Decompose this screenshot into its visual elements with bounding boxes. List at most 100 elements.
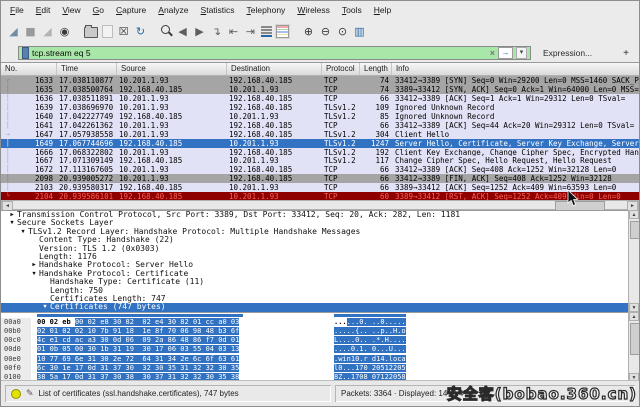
menu-telephony[interactable]: Telephony — [247, 5, 286, 15]
hex-row-00b0[interactable]: 00b002 01 02 02 10 7b 91 18 1e 8f 70 06 … — [1, 327, 627, 336]
filter-bookmark-icon[interactable] — [22, 47, 29, 59]
detail-scroll-down-arrow[interactable]: ▼ — [629, 303, 639, 312]
collapse-icon[interactable]: ▼ — [29, 270, 39, 278]
menu-help[interactable]: Help — [374, 5, 391, 15]
add-filter-button[interactable]: + — [623, 48, 633, 59]
menu-view[interactable]: View — [62, 5, 80, 15]
go-last-packet-icon[interactable]: ⇥ — [244, 24, 257, 38]
packet-row-1647[interactable]: →164717.05793855810.201.1.93192.168.40.1… — [1, 130, 639, 139]
row-marker: │ — [1, 103, 15, 112]
menu-statistics[interactable]: Statistics — [201, 5, 235, 15]
go-forward-icon[interactable]: ▶ — [193, 24, 206, 38]
packet-row-2103[interactable]: │210320.939580317192.168.40.18510.201.1.… — [1, 183, 639, 192]
detail-row-11[interactable]: ▼Certificates (747 bytes) — [1, 303, 639, 311]
packet-row-1649[interactable]: │164917.067744696192.168.40.18510.201.1.… — [1, 139, 639, 148]
packet-row-1672[interactable]: │167217.11316760510.201.1.93192.168.40.1… — [1, 165, 639, 174]
expand-icon[interactable]: ▶ — [29, 261, 39, 269]
indent-spacer — [29, 253, 39, 261]
hex-bytes-highlight: 6c 30 1e 17 0d 31 37 30 32 30 35 31 32 3… — [37, 364, 239, 372]
packet-protocol: TCP — [322, 183, 360, 192]
expression-button[interactable]: Expression... — [543, 48, 592, 58]
zoom-out-icon[interactable]: ⊖ — [319, 24, 332, 38]
resize-columns-icon[interactable]: ▥ — [353, 24, 366, 38]
packet-list-hscrollbar[interactable]: ◄ ► — [1, 200, 639, 210]
expand-icon[interactable]: ▶ — [7, 211, 17, 219]
packet-source: 192.168.40.185 — [117, 183, 227, 192]
column-header-length[interactable]: Length — [360, 63, 392, 75]
stop-capture-icon[interactable]: ■ — [24, 24, 37, 38]
column-header-source[interactable]: Source — [117, 63, 227, 75]
menu-file[interactable]: File — [10, 5, 24, 15]
collapse-icon[interactable]: ▼ — [40, 303, 50, 311]
go-to-packet-icon[interactable]: ↴ — [210, 24, 223, 38]
packet-time: 17.071309149 — [57, 156, 117, 165]
column-header-time[interactable]: Time — [57, 63, 117, 75]
packet-row-1636[interactable]: │163617.03851189110.201.1.93192.168.40.1… — [1, 94, 639, 103]
go-first-packet-icon[interactable]: ⇤ — [227, 24, 240, 38]
save-file-icon[interactable] — [102, 25, 113, 38]
collapse-icon[interactable]: ▼ — [18, 228, 28, 236]
hex-scroll-up-arrow[interactable]: ▲ — [629, 312, 639, 321]
filter-apply-icon[interactable]: → — [498, 47, 513, 59]
hex-row-00c0[interactable]: 00c04c e1 cd ac a3 30 0d 06 09 2a 86 48 … — [1, 336, 627, 345]
detail-scroll-thumb[interactable] — [630, 221, 640, 239]
column-header-destination[interactable]: Destination — [227, 63, 322, 75]
row-marker: ┌ — [1, 76, 15, 85]
find-packet-icon[interactable] — [160, 25, 172, 37]
packet-info: Ignored Unknown Record — [392, 112, 639, 121]
column-header-info[interactable]: Info — [392, 63, 639, 75]
column-header-protocol[interactable]: Protocol — [322, 63, 360, 75]
packet-info: 33412→3389 [ACK] Seq=408 Ack=1252 Win=32… — [392, 165, 639, 174]
auto-scroll-icon[interactable] — [261, 26, 272, 37]
colorize-icon[interactable] — [276, 25, 289, 38]
packet-length: 304 — [360, 130, 392, 139]
filter-dropdown-icon[interactable]: ▾ — [516, 47, 527, 59]
hex-partial-row — [334, 314, 406, 317]
packet-row-2098[interactable]: │209820.93900527210.201.1.93192.168.40.1… — [1, 174, 639, 183]
packet-destination: 192.168.40.185 — [227, 103, 322, 112]
row-marker: │ — [1, 174, 15, 183]
packet-protocol: TCP — [322, 76, 360, 85]
detail-vscrollbar[interactable]: ▲ ▼ — [628, 210, 639, 312]
hex-vscrollbar[interactable]: ▲ ▼ — [628, 312, 639, 382]
zoom-in-icon[interactable]: ⊕ — [302, 24, 315, 38]
menu-capture[interactable]: Capture — [116, 5, 146, 15]
packet-row-1667[interactable]: │166717.071309149192.168.40.18510.201.1.… — [1, 156, 639, 165]
close-file-icon[interactable]: ☒ — [117, 24, 130, 38]
menu-go[interactable]: Go — [93, 5, 104, 15]
packet-row-1666[interactable]: │166617.06832280210.201.1.93192.168.40.1… — [1, 148, 639, 157]
expert-info-icon[interactable] — [11, 389, 21, 399]
open-file-icon[interactable] — [84, 27, 98, 38]
packet-row-1640[interactable]: │164017.042227749192.168.40.18510.201.1.… — [1, 112, 639, 121]
start-capture-icon[interactable]: ◢ — [7, 24, 20, 38]
hex-row-00d0[interactable]: 00d001 0b 05 00 30 1b 31 19 30 17 06 03 … — [1, 345, 627, 354]
display-filter-field[interactable]: tcp.stream eq 5 × → ▾ — [18, 46, 531, 60]
packet-length: 66 — [360, 174, 392, 183]
menu-wireless[interactable]: Wireless — [297, 5, 330, 15]
filter-input[interactable]: tcp.stream eq 5 — [32, 48, 487, 58]
go-back-icon[interactable]: ◀ — [176, 24, 189, 38]
restart-capture-icon[interactable]: ◢ — [41, 24, 54, 38]
hex-scroll-thumb[interactable] — [630, 323, 640, 355]
hex-row-00a0[interactable]: 00a000 02 eb 00 02 e8 30 82 02 e4 30 82 … — [1, 318, 627, 327]
zoom-reset-icon[interactable]: ⊙ — [336, 24, 349, 38]
menu-edit[interactable]: Edit — [36, 5, 51, 15]
packet-destination: 10.201.1.93 — [227, 156, 322, 165]
column-header-no[interactable]: No. — [1, 63, 57, 75]
packet-row-1639[interactable]: │163917.03869697010.201.1.93192.168.40.1… — [1, 103, 639, 112]
hex-row-00e0[interactable]: 00e010 77 69 6e 31 30 2e 72 64 31 34 2e … — [1, 355, 627, 364]
packet-info: 33412→3389 [FIN, ACK] Seq=408 Ack=1252 W… — [392, 174, 639, 183]
packet-row-1635[interactable]: │163517.038500764192.168.40.18510.201.1.… — [1, 85, 639, 94]
packet-row-1633[interactable]: ┌163317.03811087710.201.1.93192.168.40.1… — [1, 76, 639, 85]
capture-options-icon[interactable]: ◉ — [58, 24, 71, 38]
capture-comment-icon[interactable]: ✎ — [26, 389, 34, 399]
hex-bytes-highlight: 00 02 e8 30 82 02 e4 30 82 01 cc a0 03 — [75, 318, 239, 326]
reload-icon[interactable]: ↻ — [134, 24, 147, 38]
hex-row-00f0[interactable]: 00f06c 30 1e 17 0d 31 37 30 32 30 35 31 … — [1, 364, 627, 373]
filter-clear-icon[interactable]: × — [490, 48, 495, 58]
menu-analyze[interactable]: Analyze — [158, 5, 188, 15]
packet-row-1641[interactable]: │164117.04226136210.201.1.93192.168.40.1… — [1, 121, 639, 130]
collapse-icon[interactable]: ▼ — [7, 219, 17, 227]
detail-scroll-up-arrow[interactable]: ▲ — [629, 210, 639, 219]
menu-tools[interactable]: Tools — [342, 5, 362, 15]
